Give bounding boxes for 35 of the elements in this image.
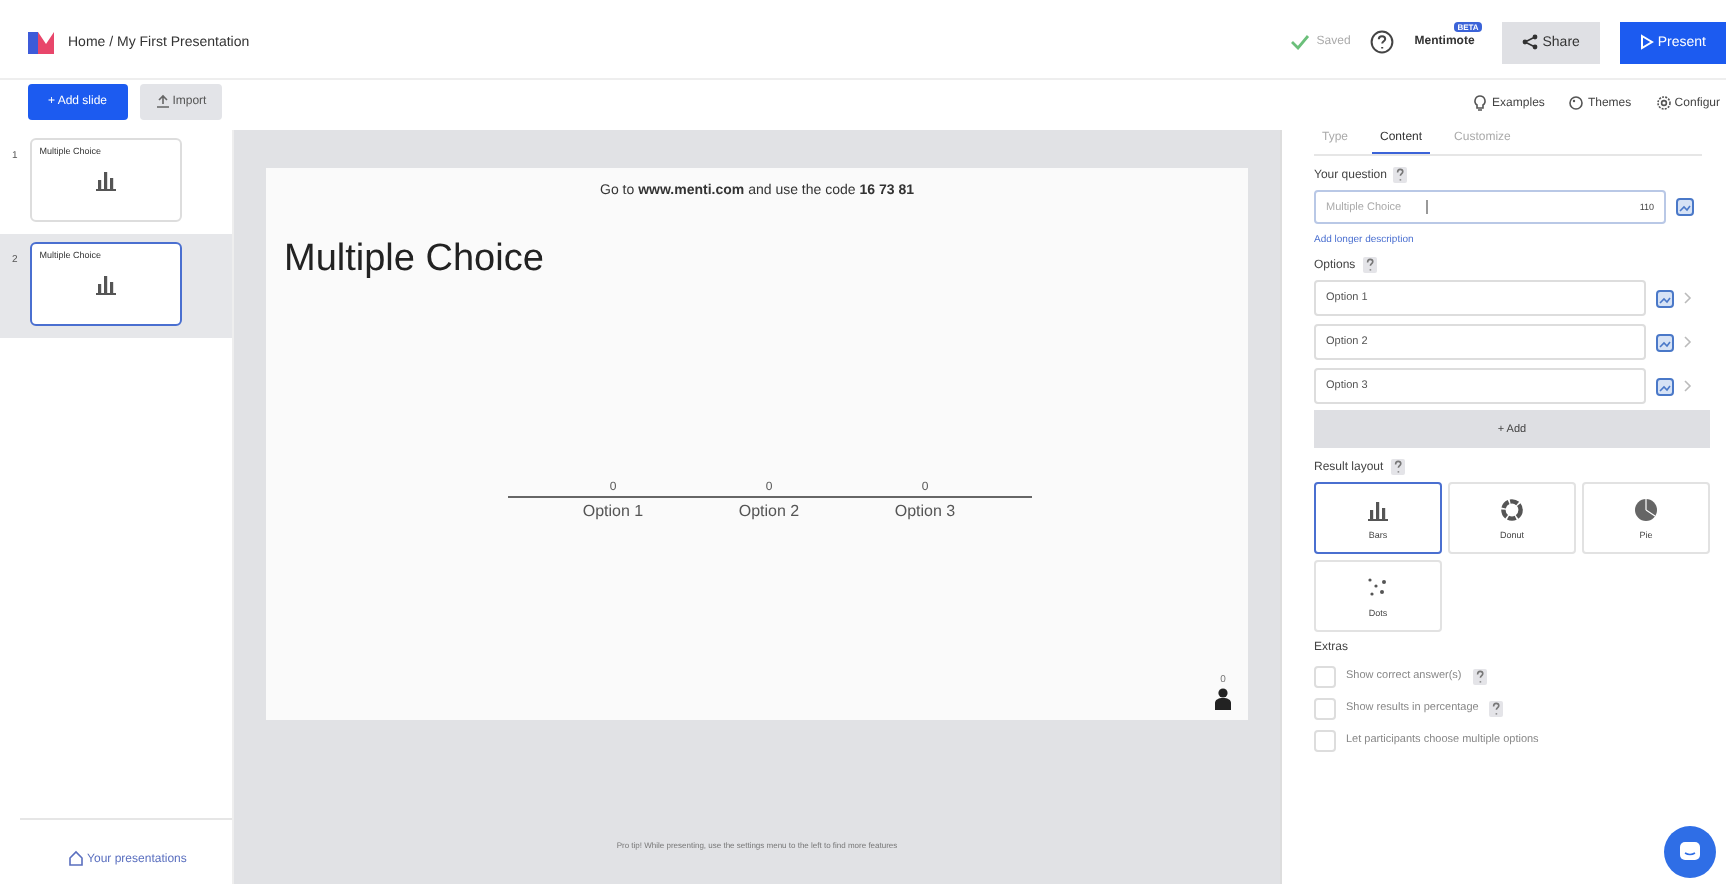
home-icon bbox=[68, 850, 84, 867]
gear-icon bbox=[1655, 93, 1672, 111]
chat-button[interactable] bbox=[1664, 826, 1716, 878]
option-label: Option 1 bbox=[580, 502, 646, 521]
help-icon bbox=[1389, 458, 1406, 476]
image-icon bbox=[1656, 377, 1674, 395]
image-icon bbox=[1656, 289, 1674, 307]
chevron-icon bbox=[1684, 336, 1692, 348]
chat-icon bbox=[1678, 840, 1702, 864]
help-icon bbox=[1361, 256, 1378, 274]
scatter-icon bbox=[1366, 575, 1390, 599]
person-icon bbox=[1214, 688, 1232, 710]
check-icon bbox=[1290, 34, 1311, 50]
bar-chart-icon bbox=[93, 168, 118, 192]
share-icon bbox=[1522, 34, 1539, 50]
chevron-icon bbox=[1684, 292, 1692, 304]
checkbox[interactable] bbox=[1314, 729, 1336, 751]
bar-chart-icon bbox=[1366, 497, 1390, 521]
logo-icon bbox=[28, 30, 56, 54]
bar-chart-icon bbox=[93, 272, 118, 296]
donut-icon bbox=[1500, 497, 1524, 521]
checkbox[interactable] bbox=[1314, 697, 1336, 719]
checkbox[interactable] bbox=[1314, 665, 1336, 687]
bulb-icon bbox=[1472, 93, 1489, 111]
image-icon bbox=[1656, 333, 1674, 351]
option-label: Option 3 bbox=[892, 502, 958, 521]
image-icon bbox=[1676, 198, 1694, 216]
help-icon bbox=[1370, 30, 1395, 54]
play-icon bbox=[1639, 34, 1654, 50]
upload-icon bbox=[155, 94, 170, 109]
chevron-icon bbox=[1684, 380, 1692, 392]
option-label: Option 2 bbox=[736, 502, 802, 521]
help-icon bbox=[1392, 166, 1409, 184]
slide-title: Multiple Choice bbox=[284, 238, 544, 282]
pie-icon bbox=[1634, 497, 1658, 521]
